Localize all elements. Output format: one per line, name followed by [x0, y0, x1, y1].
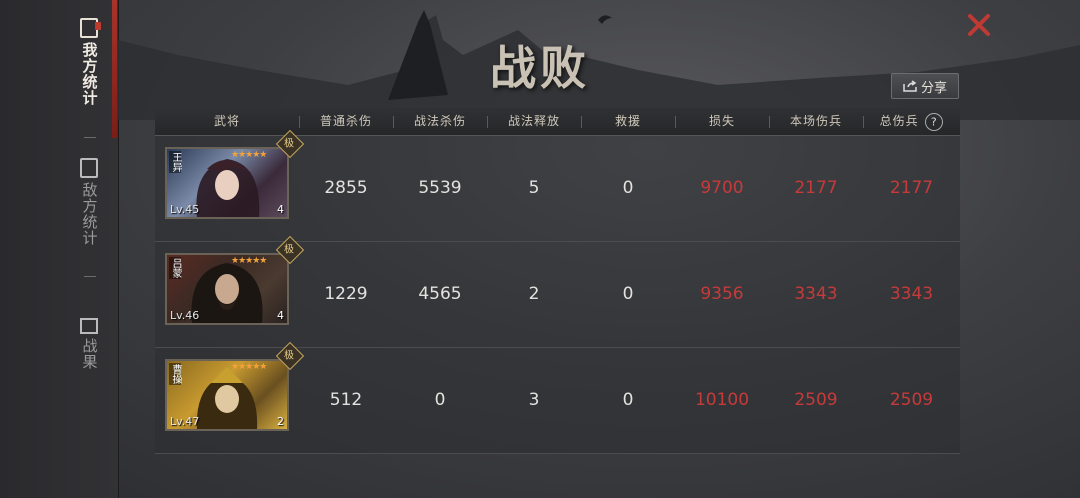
rescue: 0 — [622, 390, 634, 410]
general-portrait[interactable]: 吕蒙 ★★★★★ Lv.46 4 — [165, 253, 289, 325]
general-portrait[interactable]: 曹操 ★★★★★ Lv.47 2 — [165, 359, 289, 431]
header-total-wounded-label: 总伤兵 — [879, 114, 919, 128]
skill-kill: 0 — [434, 390, 446, 410]
skill-kill: 4565 — [418, 284, 462, 304]
battle-wounded: 2509 — [794, 390, 838, 410]
general-portrait[interactable]: 王异 ★★★★★ Lv.45 4 — [165, 147, 289, 219]
loss: 9700 — [700, 178, 744, 198]
total-wounded: 3343 — [889, 284, 934, 304]
header-skill-kill: 战法杀伤 — [413, 114, 466, 128]
general-count: 4 — [277, 203, 284, 216]
stats-table: 武将 普通杀伤 战法杀伤 战法释放 救援 损失 本场伤兵 总伤兵 ? 王异 ★★… — [155, 108, 960, 454]
header-loss: 损失 — [708, 114, 735, 128]
rescue: 0 — [622, 284, 634, 304]
general-level: Lv.45 — [170, 203, 200, 216]
total-wounded: 2509 — [889, 390, 934, 410]
table-row: 曹操 ★★★★★ Lv.47 2 极 512 0 3 0 10100 2509 … — [155, 341, 960, 454]
general-count: 2 — [277, 415, 284, 428]
tab-enemy-stats[interactable]: 敌方统计 — [74, 158, 104, 246]
cart-icon — [80, 318, 98, 334]
tab-label: 我方统计 — [80, 42, 99, 106]
table-header: 武将 普通杀伤 战法杀伤 战法释放 救援 损失 本场伤兵 总伤兵 ? — [155, 108, 960, 136]
header-general: 武将 — [213, 114, 240, 128]
header-skill-cast: 战法释放 — [507, 114, 560, 128]
general-level: Lv.46 — [170, 309, 200, 322]
general-name: 王异 — [169, 151, 181, 173]
skill-cast: 3 — [528, 390, 540, 410]
star-rating-icon: ★★★★★ — [231, 150, 267, 160]
divider — [84, 137, 96, 138]
close-icon — [968, 14, 990, 36]
normal-kill: 2855 — [324, 178, 368, 198]
tab-label: 战果 — [80, 338, 99, 370]
normal-kill: 1229 — [324, 284, 368, 304]
page-title: 战败 — [490, 41, 590, 95]
loss: 9356 — [700, 284, 744, 304]
tab-label: 敌方统计 — [80, 182, 99, 246]
header-rescue: 救援 — [614, 114, 641, 128]
table-row: 王异 ★★★★★ Lv.45 4 极 2855 5539 5 0 9700 21… — [155, 129, 960, 242]
share-button[interactable]: 分享 — [891, 73, 959, 99]
skill-cast: 5 — [528, 178, 540, 198]
rescue: 0 — [622, 178, 634, 198]
document-icon — [80, 18, 101, 38]
header-normal-kill: 普通杀伤 — [319, 114, 372, 128]
close-button[interactable] — [962, 8, 996, 42]
star-rating-icon: ★★★★★ — [231, 362, 267, 372]
help-icon[interactable]: ? — [921, 108, 948, 135]
loss: 10100 — [694, 390, 750, 410]
tab-battle-result[interactable]: 战果 — [74, 318, 104, 370]
header-total-wounded: 总伤兵 ? — [863, 108, 960, 135]
document-icon — [80, 158, 98, 178]
general-name: 吕蒙 — [169, 257, 181, 279]
divider — [84, 276, 96, 277]
general-name: 曹操 — [169, 363, 181, 385]
battle-wounded: 3343 — [794, 284, 838, 304]
normal-kill: 512 — [329, 390, 363, 410]
star-rating-icon: ★★★★★ — [231, 256, 267, 266]
table-row: 吕蒙 ★★★★★ Lv.46 4 极 1229 4565 2 0 9356 33… — [155, 235, 960, 348]
active-tab-indicator — [112, 0, 117, 138]
share-icon — [903, 80, 917, 92]
general-count: 4 — [277, 309, 284, 322]
battle-wounded: 2177 — [794, 178, 838, 198]
skill-kill: 5539 — [418, 178, 462, 198]
tab-our-stats[interactable]: 我方统计 — [74, 18, 104, 106]
general-level: Lv.47 — [170, 415, 200, 428]
total-wounded: 2177 — [889, 178, 934, 198]
header-battle-wounded: 本场伤兵 — [789, 114, 842, 128]
skill-cast: 2 — [528, 284, 540, 304]
share-label: 分享 — [920, 80, 947, 96]
sidebar: 我方统计 敌方统计 战果 — [0, 0, 119, 498]
